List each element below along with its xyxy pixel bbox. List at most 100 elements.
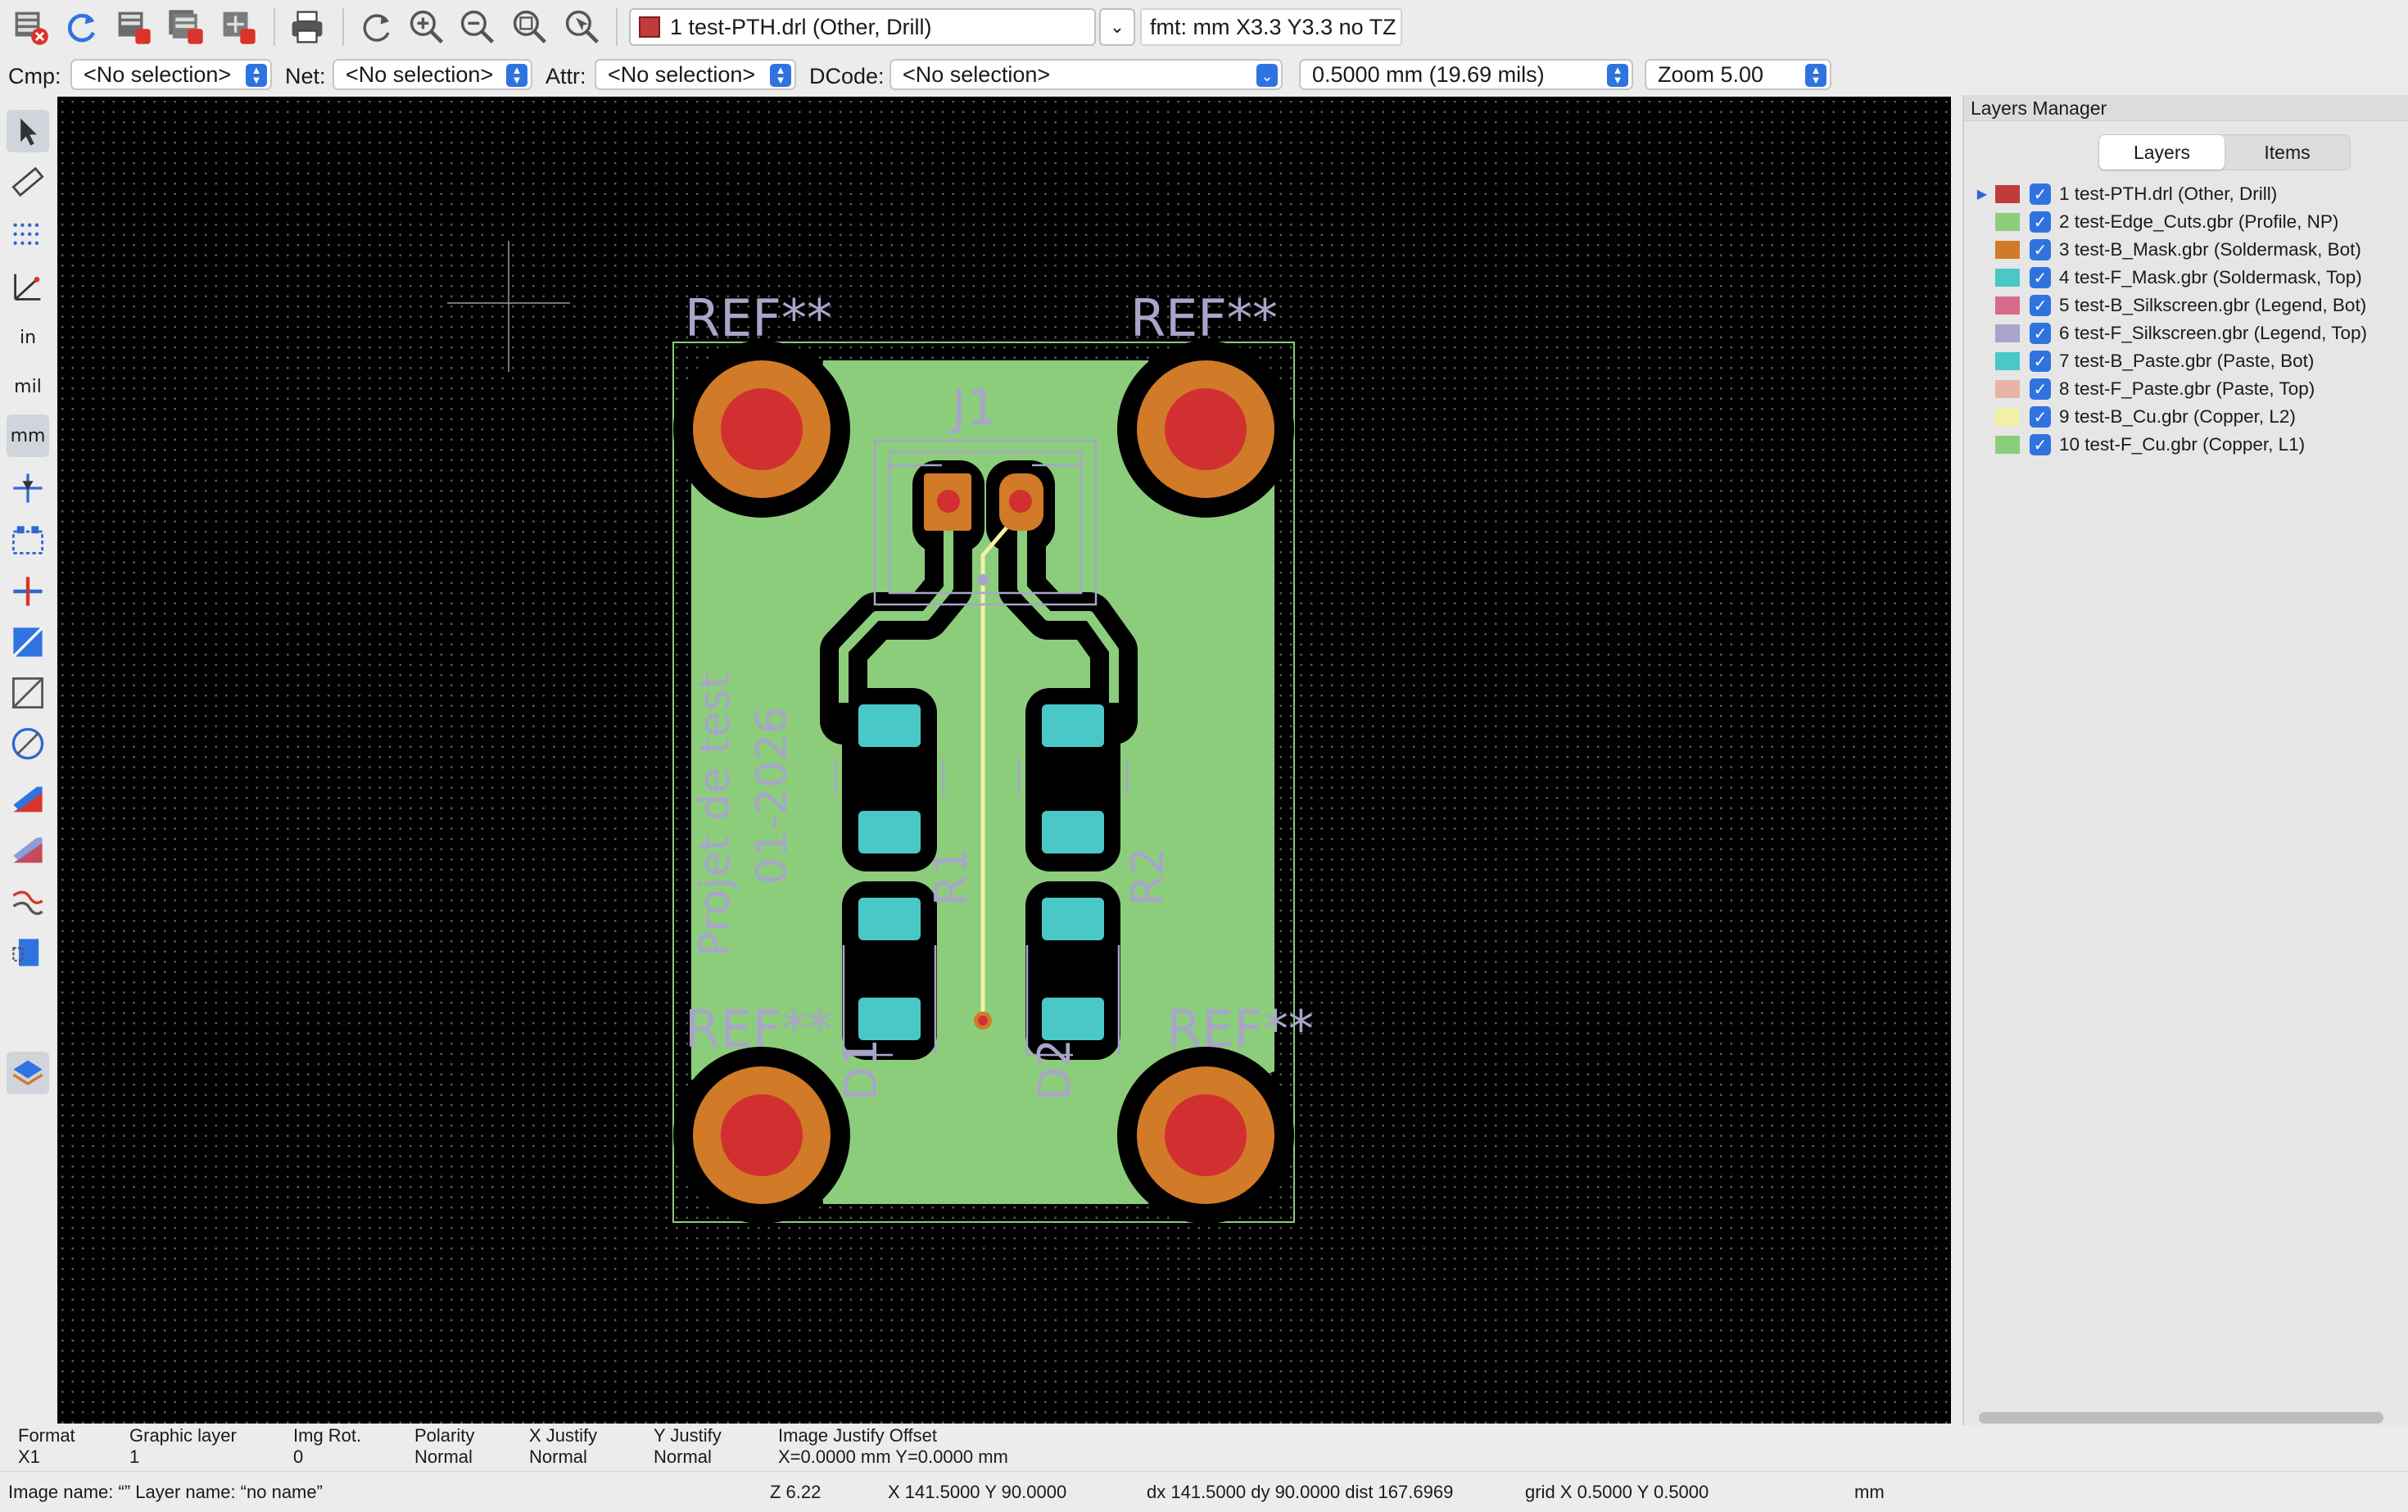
x-justify-value: Normal: [529, 1446, 587, 1467]
polar-coords-icon[interactable]: [7, 265, 49, 308]
close-all-layers-icon[interactable]: [164, 5, 208, 49]
zoom-select[interactable]: Zoom 5.00 ▲ ▼: [1645, 59, 1831, 90]
select-arrow-icon[interactable]: [7, 110, 49, 152]
zoom-in-icon[interactable]: [405, 5, 449, 49]
updown-icon: ▲ ▼: [770, 64, 791, 87]
layer-color-swatch[interactable]: [1995, 185, 2020, 203]
cursor-crosshair-icon[interactable]: [7, 467, 49, 509]
flashed-items-icon[interactable]: [7, 621, 49, 663]
layer-color-swatch[interactable]: [1995, 241, 2020, 259]
layer-row[interactable]: ✓ 8 test-F_Paste.gbr (Paste, Top): [1974, 375, 2400, 403]
tab-layers[interactable]: Layers: [2099, 135, 2225, 170]
r2-label: R2: [1122, 847, 1174, 906]
cmp-select[interactable]: <No selection> ▲ ▼: [70, 59, 272, 90]
layer-visibility-checkbox[interactable]: ✓: [2030, 239, 2051, 260]
transparency-icon[interactable]: [7, 829, 49, 871]
layer-color-swatch[interactable]: [1995, 297, 2020, 315]
layer-row[interactable]: ✓ 10 test-F_Cu.gbr (Copper, L1): [1974, 431, 2400, 459]
zoom-out-icon[interactable]: [455, 5, 500, 49]
lines-sketch-icon[interactable]: [7, 672, 49, 714]
left-toolbar: in mil mm: [0, 98, 56, 1425]
active-layer-select[interactable]: 1 test-PTH.drl (Other, Drill): [629, 8, 1096, 46]
grid-select[interactable]: 0.5000 mm (19.69 mils) ▲ ▼: [1299, 59, 1633, 90]
attr-label: Attr:: [545, 64, 586, 88]
net-select[interactable]: <No selection> ▲ ▼: [333, 59, 532, 90]
layer-visibility-checkbox[interactable]: ✓: [2030, 295, 2051, 316]
layer-row[interactable]: ✓ 3 test-B_Mask.gbr (Soldermask, Bot): [1974, 236, 2400, 264]
delta-status: dx 141.5000 dy 90.0000 dist 167.6969: [1147, 1482, 1454, 1502]
tab-items[interactable]: Items: [2225, 135, 2350, 170]
layer-visibility-checkbox[interactable]: ✓: [2030, 351, 2051, 372]
layers-list: ▶ ✓ 1 test-PTH.drl (Other, Drill) ✓ 2 test-E…: [1974, 180, 2400, 459]
status-bar: Image name: “” Layer name: “no name” Z 6…: [0, 1471, 2408, 1512]
layer-dropdown-button[interactable]: ⌄: [1099, 8, 1135, 46]
active-layer-label: 1 test-PTH.drl (Other, Drill): [670, 14, 932, 39]
horizontal-scrollbar[interactable]: [1979, 1412, 2383, 1424]
dcode-select[interactable]: <No selection> ⌄: [889, 59, 1283, 90]
layer-info-bar: Format X1 Graphic layer 1 Img Rot. 0 Pol…: [0, 1425, 2408, 1469]
millimeters-label: mm: [10, 425, 46, 446]
drawing-canvas[interactable]: REF** REF** REF** REF** J1 R1 R2 D1 D2 P…: [57, 97, 1951, 1424]
layer-visibility-checkbox[interactable]: ✓: [2030, 378, 2051, 400]
redraw-icon[interactable]: [354, 5, 398, 49]
close-layer-icon[interactable]: [111, 5, 156, 49]
layer-row[interactable]: ✓ 9 test-B_Cu.gbr (Copper, L2): [1974, 403, 2400, 431]
layer-visibility-checkbox[interactable]: ✓: [2030, 183, 2051, 205]
layer-label: 3 test-B_Mask.gbr (Soldermask, Bot): [2059, 239, 2361, 260]
units-status: mm: [1854, 1482, 1885, 1502]
zoom-fit-icon[interactable]: [508, 5, 552, 49]
diff-mode-icon[interactable]: [7, 778, 49, 821]
layer-label: 5 test-B_Silkscreen.gbr (Legend, Bot): [2059, 295, 2367, 315]
layer-visibility-checkbox[interactable]: ✓: [2030, 434, 2051, 455]
layer-label: 10 test-F_Cu.gbr (Copper, L1): [2059, 434, 2306, 455]
dcode-icon[interactable]: [7, 519, 49, 562]
offset-value: X=0.0000 mm Y=0.0000 mm: [778, 1446, 1008, 1467]
mils-icon[interactable]: mil: [7, 365, 49, 408]
layer-visibility-checkbox[interactable]: ✓: [2030, 406, 2051, 428]
net-value: <No selection>: [346, 61, 494, 87]
layer-row[interactable]: ✓ 7 test-B_Paste.gbr (Paste, Bot): [1974, 347, 2400, 375]
gerbview-window: 1 test-PTH.drl (Other, Drill) ⌄ fmt: mm …: [0, 0, 2408, 1512]
ref-top-right: REF**: [1130, 288, 1278, 348]
layer-row[interactable]: ✓ 6 test-F_Silkscreen.gbr (Legend, Top): [1974, 319, 2400, 347]
inches-icon[interactable]: in: [7, 316, 49, 359]
layer-label: 8 test-F_Paste.gbr (Paste, Top): [2059, 378, 2315, 399]
layer-visibility-checkbox[interactable]: ✓: [2030, 267, 2051, 288]
plot-icon[interactable]: [216, 5, 260, 49]
show-layer-icon[interactable]: [7, 881, 49, 924]
layer-row[interactable]: ✓ 5 test-B_Silkscreen.gbr (Legend, Bot): [1974, 292, 2400, 319]
show-dcode-icon[interactable]: [7, 932, 49, 975]
layer-visibility-checkbox[interactable]: ✓: [2030, 323, 2051, 344]
print-icon[interactable]: [285, 5, 329, 49]
r1-label: R1: [926, 847, 977, 906]
layer-color-swatch[interactable]: [1995, 269, 2020, 287]
layers-manager-icon[interactable]: [7, 1052, 49, 1094]
layer-color-swatch[interactable]: [1995, 324, 2020, 342]
layer-row[interactable]: ✓ 2 test-Edge_Cuts.gbr (Profile, NP): [1974, 208, 2400, 236]
layer-color-swatch[interactable]: [1995, 436, 2020, 454]
dcode-value: <No selection>: [903, 61, 1051, 87]
layer-color-swatch[interactable]: [1995, 213, 2020, 231]
layer-row[interactable]: ▶ ✓ 1 test-PTH.drl (Other, Drill): [1974, 180, 2400, 208]
clear-and-load-icon[interactable]: [8, 5, 52, 49]
polygons-sketch-icon[interactable]: [7, 722, 49, 765]
negative-objects-icon[interactable]: [7, 570, 49, 613]
layer-color-swatch[interactable]: [1995, 352, 2020, 370]
layer-color-swatch[interactable]: [1995, 408, 2020, 426]
coords-status: X 141.5000 Y 90.0000: [888, 1482, 1067, 1502]
layer-visibility-checkbox[interactable]: ✓: [2030, 211, 2051, 233]
attr-select[interactable]: <No selection> ▲ ▼: [595, 59, 796, 90]
cmp-label: Cmp:: [8, 64, 61, 88]
dcode-label: DCode:: [809, 64, 885, 88]
img-rot-header: Img Rot.: [293, 1425, 362, 1446]
grid-dots-icon[interactable]: [7, 215, 49, 257]
x-justify-header: X Justify: [529, 1425, 598, 1446]
millimeters-icon[interactable]: mm: [7, 414, 49, 457]
reload-icon[interactable]: [59, 5, 103, 49]
layer-label: 4 test-F_Mask.gbr (Soldermask, Top): [2059, 267, 2362, 287]
layer-row[interactable]: ✓ 4 test-F_Mask.gbr (Soldermask, Top): [1974, 264, 2400, 292]
zoom-selection-icon[interactable]: [560, 5, 604, 49]
layer-label: 2 test-Edge_Cuts.gbr (Profile, NP): [2059, 211, 2339, 232]
measure-ruler-icon[interactable]: [7, 161, 49, 203]
layer-color-swatch[interactable]: [1995, 380, 2020, 398]
